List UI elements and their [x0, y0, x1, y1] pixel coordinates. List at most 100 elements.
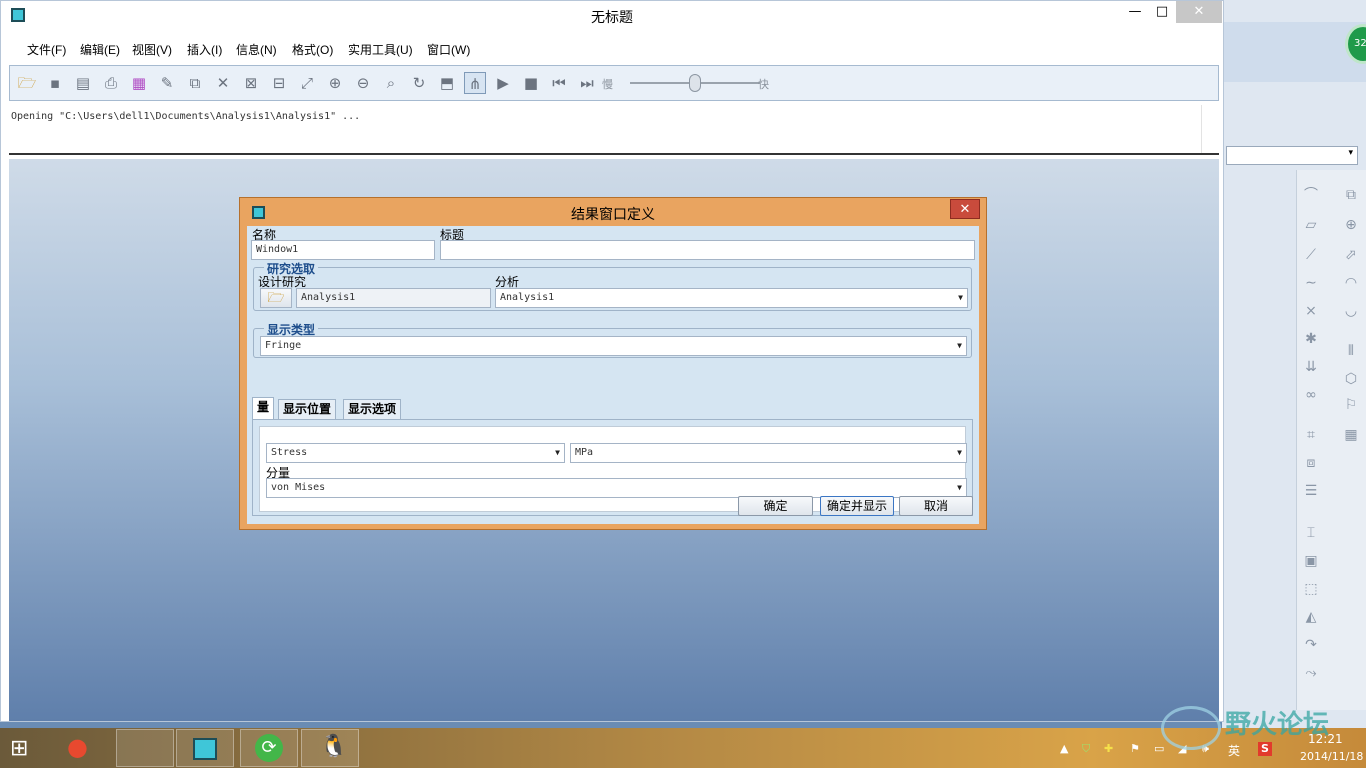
- name-field[interactable]: Window1: [251, 240, 435, 260]
- menu-window[interactable]: 窗口(W): [427, 41, 470, 58]
- analyze-icon[interactable]: ⧈: [1301, 454, 1321, 472]
- mirror-icon[interactable]: ⫴: [1341, 342, 1361, 360]
- watermark-logo: [1161, 706, 1221, 750]
- remove-window-icon[interactable]: ⊠: [240, 72, 262, 94]
- box-icon[interactable]: ⬚: [1301, 580, 1321, 598]
- extrude-icon[interactable]: ⬀: [1341, 246, 1361, 264]
- chevron-down-icon: ▼: [555, 448, 560, 457]
- shield-icon[interactable]: ⛉: [1082, 742, 1090, 756]
- menu-utilities[interactable]: 实用工具(U): [348, 41, 413, 58]
- dialog-close-button[interactable]: ✕: [950, 199, 980, 219]
- tray-expand-icon[interactable]: ▲: [1060, 742, 1068, 755]
- side-toolbar: ⌒ ⧉ ▱ ⊕ ⟋ ⬀ ∼ ◠ ⨯ ◡ ✱ ⇊ ⫴ ∞ ⬡ ⚐ ⌗ ▦ ⧈ ☰ …: [1296, 170, 1366, 710]
- title-field[interactable]: [440, 240, 975, 260]
- pivot-icon[interactable]: ⊕: [1341, 216, 1361, 234]
- measure-icon[interactable]: ⌗: [1301, 426, 1321, 444]
- quantity-value: Stress: [271, 447, 308, 458]
- first-frame-icon[interactable]: ⏮: [548, 72, 570, 94]
- points-icon[interactable]: ⨯: [1301, 302, 1321, 320]
- sketch-icon[interactable]: ⌒: [1301, 186, 1321, 204]
- load-icon[interactable]: ⇊: [1301, 358, 1321, 376]
- save-all-icon[interactable]: ▤: [72, 72, 94, 94]
- frame-icon[interactable]: ▣: [1301, 552, 1321, 570]
- solid-icon[interactable]: ◭: [1301, 608, 1321, 626]
- unit-value: MPa: [575, 447, 594, 458]
- watermark: 野火论坛: [1155, 700, 1360, 768]
- component-dropdown[interactable]: von Mises ▼: [266, 478, 967, 498]
- zoom-out-icon[interactable]: ⊖: [352, 72, 374, 94]
- delete-icon[interactable]: ✕: [212, 72, 234, 94]
- windows-start-icon[interactable]: ⊞: [10, 736, 38, 762]
- app-launcher-icon[interactable]: ●: [55, 729, 113, 767]
- tab-quantity[interactable]: 量: [252, 397, 275, 419]
- close-button[interactable]: ✕: [1176, 1, 1222, 23]
- browser-icon[interactable]: ⟳: [240, 729, 298, 767]
- open-folder-icon[interactable]: 🗁: [16, 72, 38, 94]
- file-explorer-icon[interactable]: [116, 729, 174, 767]
- menu-info[interactable]: 信息(N): [236, 41, 277, 58]
- orient-icon[interactable]: ⬒: [436, 72, 458, 94]
- grid-icon[interactable]: ▦: [1341, 426, 1361, 444]
- tab-display-location[interactable]: 显示位置: [278, 399, 337, 419]
- chevron-down-icon: ▼: [957, 448, 962, 457]
- menu-file[interactable]: 文件(F): [27, 41, 66, 58]
- menu-view[interactable]: 视图(V): [132, 41, 172, 58]
- menu-format[interactable]: 格式(O): [292, 41, 333, 58]
- window-title: 无标题: [591, 9, 633, 25]
- menu-edit[interactable]: 编辑(E): [80, 41, 120, 58]
- background-combo[interactable]: ▾: [1226, 146, 1358, 165]
- ok-and-show-button[interactable]: 确定并显示: [820, 496, 894, 516]
- plus-icon[interactable]: ✚: [1104, 742, 1113, 755]
- analysis-value: Analysis1: [500, 292, 555, 303]
- qq-icon[interactable]: 🐧: [301, 729, 359, 767]
- quantity-dropdown[interactable]: Stress ▼: [266, 443, 565, 463]
- zoom-window-icon[interactable]: ⌕: [380, 72, 402, 94]
- spin-icon[interactable]: ↻: [408, 72, 430, 94]
- save-icon[interactable]: ▪: [44, 72, 66, 94]
- merge-icon[interactable]: ⬡: [1341, 370, 1361, 388]
- color-icon[interactable]: ▦: [128, 72, 150, 94]
- display-type-dropdown[interactable]: Fringe ▼: [260, 336, 967, 356]
- last-frame-icon[interactable]: ⏭: [576, 72, 598, 94]
- mesh-icon[interactable]: ⌶: [1301, 524, 1321, 542]
- surface-icon[interactable]: ◠: [1341, 274, 1361, 292]
- ok-button[interactable]: 确定: [738, 496, 813, 516]
- stop-icon[interactable]: ■: [520, 72, 542, 94]
- play-icon[interactable]: ▶: [492, 72, 514, 94]
- unit-dropdown[interactable]: MPa ▼: [570, 443, 967, 463]
- creo-app-icon[interactable]: [176, 729, 234, 767]
- tab-display-options[interactable]: 显示选项: [343, 399, 402, 419]
- analysis-dropdown[interactable]: Analysis1 ▼: [495, 288, 968, 308]
- flag-icon[interactable]: ⚐: [1341, 396, 1361, 414]
- curve-icon[interactable]: ∼: [1301, 274, 1321, 292]
- open-study-button[interactable]: 🗁: [260, 288, 292, 308]
- plane-icon[interactable]: ▱: [1301, 216, 1321, 234]
- cancel-button[interactable]: 取消: [899, 496, 973, 516]
- maximize-button[interactable]: □: [1148, 1, 1176, 23]
- snowflake-icon[interactable]: ✱: [1301, 330, 1321, 348]
- refresh-globe-icon: ⟳: [255, 734, 283, 762]
- menu-insert[interactable]: 插入(I): [187, 41, 222, 58]
- chevron-down-icon: ▼: [957, 341, 962, 350]
- print-icon[interactable]: ⎙: [100, 72, 122, 94]
- remove-all-icon[interactable]: ⊟: [268, 72, 290, 94]
- penguin-icon: 🐧: [320, 734, 348, 759]
- spring-icon[interactable]: ∞: [1301, 386, 1321, 404]
- axis-icon[interactable]: ⟋: [1301, 246, 1321, 264]
- speed-slider-handle[interactable]: [689, 74, 701, 92]
- flag-icon[interactable]: ⚑: [1130, 742, 1140, 755]
- sweep-icon[interactable]: ⤳: [1301, 664, 1321, 682]
- shell-icon[interactable]: ◡: [1341, 302, 1361, 320]
- chevron-down-icon: ▾: [1348, 148, 1353, 158]
- zoom-in-icon[interactable]: ⊕: [324, 72, 346, 94]
- copy-icon[interactable]: ⧉: [1341, 186, 1361, 204]
- refit-icon[interactable]: ⤢: [296, 72, 318, 94]
- minimize-button[interactable]: —: [1121, 1, 1149, 23]
- bend-icon[interactable]: ↷: [1301, 636, 1321, 654]
- node-icon[interactable]: ⋔: [464, 72, 486, 94]
- layers-icon[interactable]: ☰: [1301, 482, 1321, 500]
- component-value: von Mises: [271, 482, 326, 493]
- edit-icon[interactable]: ✎: [156, 72, 178, 94]
- message-scrollbar[interactable]: [1201, 105, 1219, 153]
- copy-icon[interactable]: ⧉: [184, 72, 206, 94]
